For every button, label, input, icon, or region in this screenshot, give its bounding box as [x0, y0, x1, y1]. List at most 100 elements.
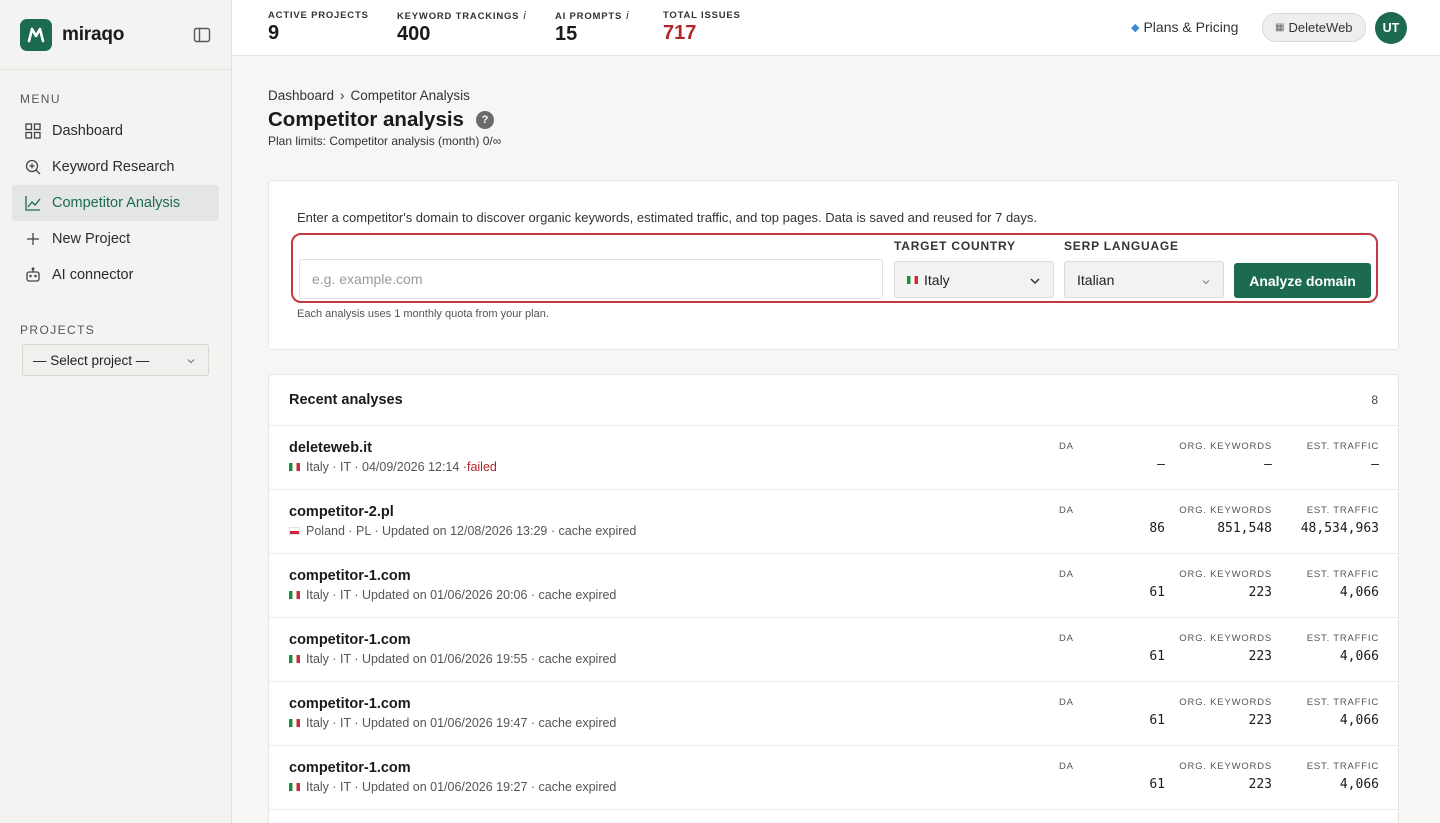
sidebar-item-dashboard[interactable]: Dashboard — [12, 113, 219, 149]
recent-analyses-header: Recent analyses 8 — [269, 375, 1398, 426]
diamond-icon: ◆ — [1131, 21, 1140, 34]
recent-analyses-title: Recent analyses — [289, 392, 403, 408]
brand-header: miraqo — [0, 0, 231, 70]
serp-language-select[interactable]: Italian — [1064, 261, 1224, 298]
italy-flag-icon — [289, 783, 300, 791]
avatar[interactable]: UT — [1375, 12, 1407, 44]
analysis-row[interactable]: competitor-2.pl Poland · PL · Updated on… — [269, 490, 1398, 554]
analysis-row[interactable]: competitor-1.com Italy · IT · Updated on… — [269, 746, 1398, 810]
stat-label: AI PROMPTS i — [555, 10, 630, 22]
serp-language-value: Italian — [1077, 271, 1115, 288]
analysis-row[interactable]: competitor-1.com Italy · IT · Updated on… — [269, 618, 1398, 682]
analysis-domain: competitor-1.com — [289, 632, 411, 648]
domain-input[interactable] — [299, 259, 883, 299]
info-icon[interactable]: i — [523, 10, 526, 22]
stat-keyword-trackings: KEYWORD TRACKINGS i 400 — [397, 10, 527, 46]
sidebar-item-label: New Project — [52, 231, 131, 247]
serp-language-label: SERP LANGUAGE — [1064, 239, 1179, 253]
analysis-meta: Italy · IT · Updated on 01/06/2026 19:55… — [289, 652, 616, 666]
building-icon: ▦ — [1275, 22, 1285, 33]
sidebar-item-competitor-analysis[interactable]: Competitor Analysis — [12, 185, 219, 221]
plans-pricing-label: Plans & Pricing — [1143, 19, 1239, 35]
traffic-column: EST. TRAFFIC 4,066 — [1279, 697, 1379, 728]
plans-pricing-link[interactable]: ◆ Plans & Pricing — [1131, 19, 1238, 35]
plan-limits: Plan limits: Competitor analysis (month)… — [268, 134, 502, 148]
search-plus-icon — [24, 158, 42, 176]
keywords-column: ORG. KEYWORDS – — [1149, 441, 1272, 472]
italy-flag-icon — [289, 719, 300, 727]
analysis-row[interactable]: deleteweb.it Italy · IT · 04/09/2026 12:… — [269, 426, 1398, 490]
stat-value: 400 — [397, 23, 431, 45]
analysis-meta: Italy · IT · 04/09/2026 12:14 · failed — [289, 460, 497, 474]
italy-flag-icon — [289, 655, 300, 663]
breadcrumb: Dashboard › Competitor Analysis — [268, 88, 470, 103]
target-country-label: TARGET COUNTRY — [894, 239, 1016, 253]
info-icon[interactable]: i — [626, 10, 629, 22]
traffic-value: 48,534,963 — [1300, 521, 1379, 536]
help-icon[interactable]: ? — [475, 111, 494, 129]
target-country-select[interactable]: Italy — [894, 261, 1054, 298]
sidebar-toggle-icon[interactable] — [193, 26, 211, 44]
keywords-value: 223 — [1248, 649, 1272, 664]
workspace-button[interactable]: ▦ DeleteWeb — [1262, 13, 1366, 42]
analysis-domain: competitor-1.com — [289, 696, 411, 712]
keywords-value: 223 — [1248, 585, 1272, 600]
brand-name: miraqo — [62, 23, 125, 45]
stat-active-projects: ACTIVE PROJECTS 9 — [268, 10, 369, 45]
chevron-down-icon — [186, 354, 196, 369]
analyze-card: Enter a competitor's domain to discover … — [268, 180, 1399, 350]
target-country-value: Italy — [924, 271, 950, 288]
keywords-value: – — [1264, 457, 1272, 472]
sidebar-item-label: AI connector — [52, 267, 134, 283]
sidebar-item-label: Dashboard — [52, 123, 123, 139]
traffic-column: EST. TRAFFIC – — [1279, 441, 1379, 472]
italy-flag-icon — [907, 275, 918, 284]
recent-analyses-card: Recent analyses 8 deleteweb.it Italy · I… — [268, 374, 1399, 823]
logo-icon[interactable] — [20, 18, 52, 51]
sidebar-item-label: Keyword Research — [52, 159, 175, 175]
stat-value: 15 — [555, 23, 578, 45]
sidebar-item-ai-connector[interactable]: AI connector — [12, 257, 219, 293]
menu-label: MENU — [20, 92, 61, 106]
analyze-description: Enter a competitor's domain to discover … — [297, 210, 1038, 225]
stat-total-issues[interactable]: TOTAL ISSUES 717 — [663, 10, 741, 45]
sidebar-item-label: Competitor Analysis — [52, 195, 181, 211]
italy-flag-icon — [289, 463, 300, 471]
stat-ai-prompts: AI PROMPTS i 15 — [555, 10, 629, 46]
projects-label: PROJECTS — [20, 323, 96, 337]
breadcrumb-link-dashboard[interactable]: Dashboard — [268, 88, 334, 103]
project-select[interactable]: — Select project — — [22, 344, 209, 376]
stat-label: TOTAL ISSUES — [663, 10, 741, 21]
analysis-row[interactable]: competitor-1.com Italy · IT · Updated on… — [269, 554, 1398, 618]
keywords-column: ORG. KEYWORDS 223 — [1149, 761, 1272, 792]
sidebar-menu: Dashboard Keyword Research Competitor An… — [12, 113, 219, 293]
analysis-domain: competitor-1.com — [289, 568, 411, 584]
keywords-column: ORG. KEYWORDS 851,548 — [1149, 505, 1272, 536]
analysis-meta: Italy · IT · Updated on 01/06/2026 19:27… — [289, 780, 616, 794]
sidebar-item-new-project[interactable]: New Project — [12, 221, 219, 257]
stat-value: 9 — [268, 22, 280, 44]
italy-flag-icon — [289, 591, 300, 599]
analysis-domain: deleteweb.it — [289, 440, 372, 456]
keywords-value: 223 — [1248, 713, 1272, 728]
analysis-meta: Italy · IT · Updated on 01/06/2026 20:06… — [289, 588, 616, 602]
keywords-column: ORG. KEYWORDS 223 — [1149, 697, 1272, 728]
recent-analyses-count: 8 — [1371, 393, 1378, 407]
analysis-row[interactable]: competitor-1.com Italy · IT · Updated on… — [269, 682, 1398, 746]
analysis-meta: Italy · IT · Updated on 01/06/2026 19:47… — [289, 716, 616, 730]
project-select-value: — Select project — — [33, 352, 150, 368]
traffic-value: 4,066 — [1339, 585, 1379, 600]
analysis-meta: Poland · PL · Updated on 12/08/2026 13:2… — [289, 524, 636, 538]
page-title: Competitor analysis ? — [268, 108, 494, 132]
status-badge: failed — [466, 460, 497, 474]
plus-icon — [24, 230, 42, 248]
workspace-label: DeleteWeb — [1288, 20, 1353, 35]
analysis-domain: competitor-2.pl — [289, 504, 394, 520]
page-title-text: Competitor analysis — [268, 108, 464, 131]
poland-flag-icon — [289, 527, 300, 535]
keywords-value: 223 — [1248, 777, 1272, 792]
sidebar-item-keyword-research[interactable]: Keyword Research — [12, 149, 219, 185]
chart-line-icon — [24, 194, 42, 212]
traffic-value: 4,066 — [1339, 713, 1379, 728]
analyze-domain-button[interactable]: Analyze domain — [1234, 263, 1371, 298]
